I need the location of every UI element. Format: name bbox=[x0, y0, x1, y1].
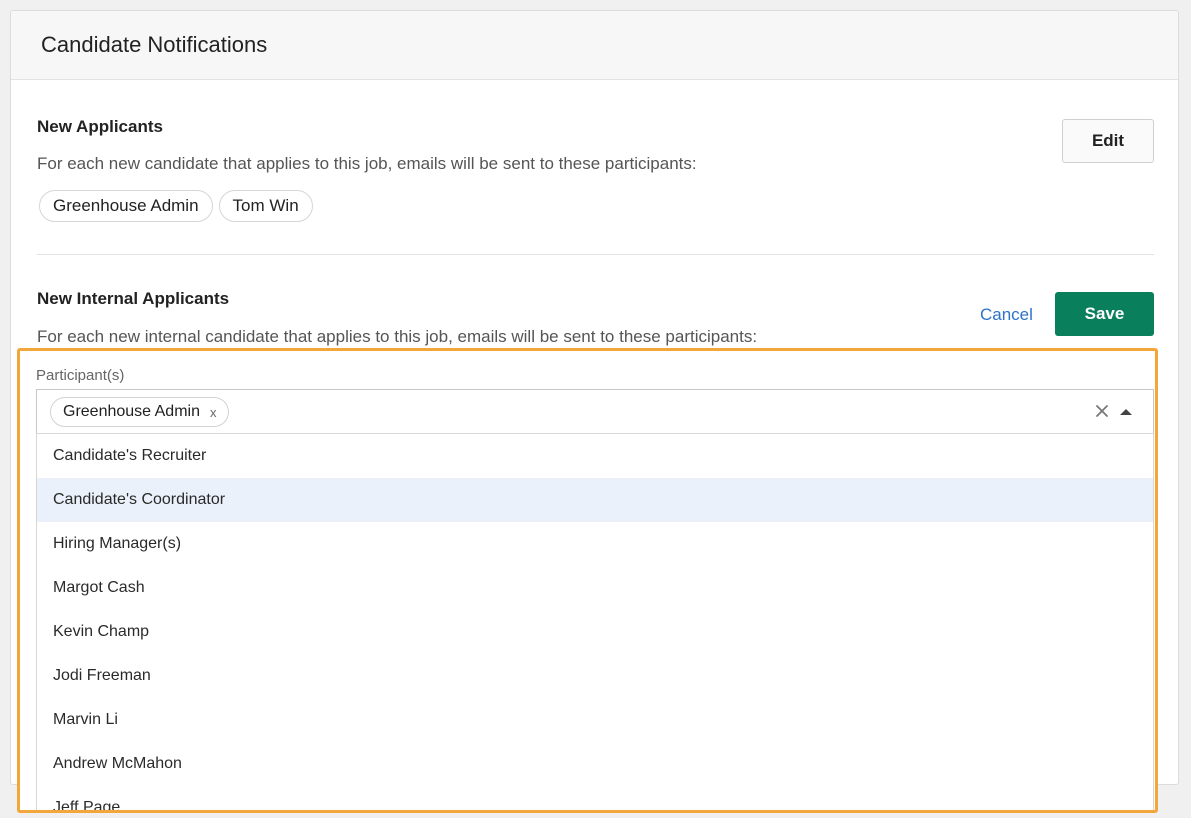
new-internal-applicants-description: For each new internal candidate that app… bbox=[37, 327, 758, 346]
dropdown-option[interactable]: Hiring Manager(s) bbox=[37, 522, 1153, 566]
dropdown-option[interactable]: Andrew McMahon bbox=[37, 742, 1153, 786]
participant-pill: Greenhouse Admin bbox=[39, 190, 213, 222]
chip-label: Greenhouse Admin bbox=[63, 403, 200, 420]
selected-participant-chip: Greenhouse Admin x bbox=[50, 397, 230, 427]
new-applicants-participants: Greenhouse Admin Tom Win bbox=[39, 190, 313, 222]
save-button[interactable]: Save bbox=[1055, 292, 1154, 336]
new-applicants-title: New Applicants bbox=[37, 117, 163, 136]
dropdown-option[interactable]: Candidate's Recruiter bbox=[37, 434, 1153, 478]
dropdown-option-highlighted[interactable]: Candidate's Coordinator bbox=[37, 478, 1153, 522]
section-divider bbox=[37, 254, 1154, 255]
edit-button[interactable]: Edit bbox=[1062, 119, 1154, 163]
new-applicants-description: For each new candidate that applies to t… bbox=[37, 154, 697, 173]
participants-dropdown-menu: Candidate's Recruiter Candidate's Coordi… bbox=[36, 434, 1154, 810]
dropdown-option[interactable]: Marvin Li bbox=[37, 698, 1153, 742]
panel-title: Candidate Notifications bbox=[41, 32, 268, 57]
new-internal-applicants-title: New Internal Applicants bbox=[37, 289, 230, 308]
clear-selection-icon[interactable] bbox=[1095, 404, 1109, 418]
participants-select[interactable]: Greenhouse Admin x bbox=[36, 389, 1154, 434]
dropdown-option[interactable]: Margot Cash bbox=[37, 566, 1153, 610]
dropdown-option[interactable]: Jeff Page bbox=[37, 786, 1153, 810]
participant-pill: Tom Win bbox=[218, 190, 313, 222]
participants-field-label: Participant(s) bbox=[36, 367, 125, 384]
panel-header: Candidate Notifications bbox=[11, 11, 1178, 80]
chip-remove-icon[interactable]: x bbox=[210, 406, 217, 419]
dropdown-option[interactable]: Kevin Champ bbox=[37, 610, 1153, 654]
caret-up-icon[interactable] bbox=[1120, 408, 1132, 416]
participant-selector-highlight: Participant(s) Greenhouse Admin x Candid… bbox=[17, 348, 1158, 813]
dropdown-option[interactable]: Jodi Freeman bbox=[37, 654, 1153, 698]
cancel-button[interactable]: Cancel bbox=[980, 305, 1033, 325]
